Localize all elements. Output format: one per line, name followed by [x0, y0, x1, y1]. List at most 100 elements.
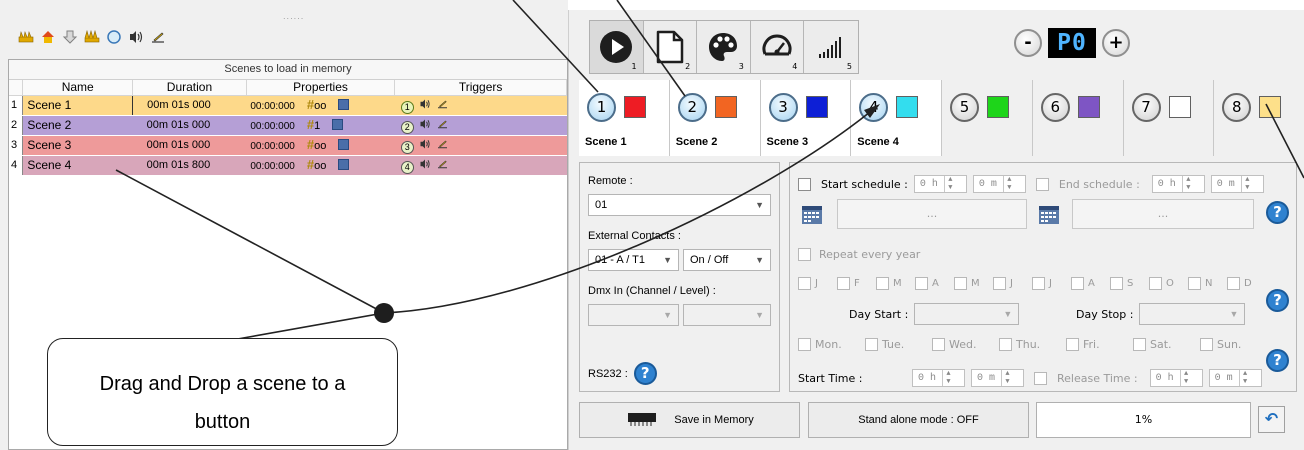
- end-hour-spinner[interactable]: 0 h ▲ ▼: [1151, 175, 1205, 193]
- month-checkbox[interactable]: [1149, 277, 1162, 290]
- weekday-item[interactable]: Fri.: [1066, 338, 1133, 351]
- scene-name-cell[interactable]: Scene 1: [22, 94, 134, 116]
- start-date-button[interactable]: ...: [837, 199, 1027, 229]
- home-icon[interactable]: [40, 29, 56, 45]
- duration-cell[interactable]: 00m 01s 800: [132, 155, 247, 176]
- table-row[interactable]: 4 Scene 4 00m 01s 800 00:00:000 #oo 4: [9, 155, 567, 176]
- color-mode-button[interactable]: 3: [697, 21, 751, 73]
- duration-cell[interactable]: 00m 01s 000: [132, 95, 247, 116]
- start-minute-spinner[interactable]: 0 m ▲ ▼: [972, 175, 1026, 193]
- multi-fan-icon[interactable]: [84, 29, 100, 45]
- weekday-item[interactable]: Sat.: [1133, 338, 1200, 351]
- month-item[interactable]: M: [876, 277, 915, 290]
- month-checkbox[interactable]: [1071, 277, 1084, 290]
- calendar-start-icon[interactable]: [801, 203, 823, 225]
- month-checkbox[interactable]: [876, 277, 889, 290]
- day-stop-select[interactable]: ▼: [1139, 303, 1246, 325]
- remote-select[interactable]: 01 ▼: [588, 194, 771, 216]
- scene-button-1[interactable]: 1 Scene 1: [579, 80, 670, 156]
- month-item[interactable]: M: [954, 277, 993, 290]
- weekday-checkbox[interactable]: [798, 338, 811, 351]
- weekday-item[interactable]: Mon.: [798, 338, 865, 351]
- page-mode-button[interactable]: 2: [643, 21, 698, 73]
- scene-color-swatch[interactable]: [896, 96, 919, 118]
- scene-button-5[interactable]: 5: [942, 80, 1033, 156]
- stand-alone-mode-button[interactable]: Stand alone mode : OFF: [808, 402, 1029, 438]
- scene-button-7[interactable]: 7: [1123, 80, 1215, 156]
- scene-name-cell[interactable]: Scene 3: [22, 135, 133, 156]
- table-row[interactable]: 1 Scene 1 00m 01s 000 00:00:000 #oo 1: [9, 94, 567, 116]
- weekday-item[interactable]: Thu.: [999, 338, 1066, 351]
- column-header-properties[interactable]: Properties: [246, 80, 396, 96]
- rs232-help-icon[interactable]: ?: [633, 362, 657, 385]
- month-checkbox[interactable]: [1188, 277, 1201, 290]
- properties-cell[interactable]: 00:00:000 #oo: [246, 95, 395, 116]
- column-header-name[interactable]: Name: [22, 80, 134, 96]
- scene-color-swatch[interactable]: [987, 96, 1009, 118]
- dmx-channel-select[interactable]: ▼: [588, 304, 679, 326]
- month-item[interactable]: S: [1110, 277, 1149, 290]
- scene-name-cell[interactable]: Scene 2: [22, 115, 133, 136]
- properties-cell[interactable]: 00:00:000 #1: [246, 115, 395, 136]
- scene-number-icon[interactable]: 1: [587, 93, 616, 122]
- scene-number-icon[interactable]: 7: [1131, 93, 1161, 122]
- hand-write-icon[interactable]: [150, 29, 166, 45]
- scene-name-cell[interactable]: Scene 4: [22, 155, 133, 176]
- column-header-triggers[interactable]: Triggers: [394, 80, 567, 96]
- month-checkbox[interactable]: [798, 277, 811, 290]
- weekday-checkbox[interactable]: [999, 338, 1012, 351]
- weekday-item[interactable]: Sun.: [1200, 338, 1267, 351]
- weekdays-help-icon[interactable]: ?: [1266, 349, 1289, 372]
- schedule-help-icon[interactable]: ?: [1266, 201, 1289, 224]
- month-checkbox[interactable]: [1227, 277, 1240, 290]
- properties-cell[interactable]: 00:00:000 #oo: [246, 135, 395, 156]
- signal-mode-button[interactable]: 5: [804, 21, 858, 73]
- scene-button-2[interactable]: 2 Scene 2: [669, 80, 761, 156]
- duration-cell[interactable]: 00m 01s 000: [132, 135, 247, 156]
- contact-mode-select[interactable]: On / Off ▼: [682, 249, 771, 271]
- triggers-cell[interactable]: 3: [394, 135, 567, 156]
- end-date-button[interactable]: ...: [1072, 199, 1254, 229]
- month-item[interactable]: A: [915, 277, 954, 290]
- month-checkbox[interactable]: [1110, 277, 1123, 290]
- month-checkbox[interactable]: [1032, 277, 1045, 290]
- month-item[interactable]: J: [1032, 277, 1071, 290]
- splitter-handle[interactable]: ......: [283, 12, 304, 21]
- save-in-memory-button[interactable]: Save in Memory: [579, 402, 800, 438]
- month-item[interactable]: F: [837, 277, 876, 290]
- weekday-item[interactable]: Tue.: [865, 338, 932, 351]
- table-row[interactable]: 3 Scene 3 00m 01s 000 00:00:000 #oo 3: [9, 135, 567, 156]
- scene-button-6[interactable]: 6: [1032, 80, 1124, 156]
- scene-number-icon[interactable]: 8: [1222, 93, 1252, 122]
- triggers-cell[interactable]: 4: [394, 155, 567, 176]
- dmx-level-select[interactable]: ▼: [682, 304, 771, 326]
- scene-color-swatch[interactable]: [624, 96, 646, 118]
- weekday-checkbox[interactable]: [865, 338, 878, 351]
- start-time-hour-spinner[interactable]: 0 h ▲ ▼: [912, 369, 965, 387]
- arrow-down-icon[interactable]: [62, 29, 78, 45]
- month-item[interactable]: N: [1188, 277, 1227, 290]
- repeat-every-year-checkbox[interactable]: [798, 248, 811, 261]
- triggers-cell[interactable]: 2: [394, 115, 567, 136]
- month-item[interactable]: O: [1149, 277, 1188, 290]
- circle-icon[interactable]: [106, 29, 122, 45]
- month-item[interactable]: D: [1227, 277, 1266, 290]
- preset-plus-button[interactable]: +: [1102, 29, 1130, 57]
- month-item[interactable]: A: [1071, 277, 1110, 290]
- month-checkbox[interactable]: [993, 277, 1006, 290]
- scene-button-4[interactable]: 4 Scene 4: [851, 80, 942, 156]
- speed-mode-button[interactable]: 4: [750, 21, 805, 73]
- preset-minus-button[interactable]: -: [1014, 29, 1042, 57]
- months-help-icon[interactable]: ?: [1266, 289, 1289, 312]
- scene-color-swatch[interactable]: [1077, 96, 1100, 118]
- month-item[interactable]: J: [798, 277, 837, 290]
- undo-icon[interactable]: ↶: [1258, 406, 1285, 433]
- release-time-checkbox[interactable]: [1034, 371, 1047, 385]
- start-schedule-checkbox[interactable]: [798, 177, 811, 191]
- column-header-duration[interactable]: Duration: [132, 80, 247, 96]
- fan-icon[interactable]: [18, 29, 34, 45]
- weekday-checkbox[interactable]: [1200, 338, 1213, 351]
- play-mode-button[interactable]: 1: [590, 21, 644, 73]
- end-minute-spinner[interactable]: 0 m ▲ ▼: [1210, 175, 1264, 193]
- scene-color-swatch[interactable]: [714, 96, 737, 118]
